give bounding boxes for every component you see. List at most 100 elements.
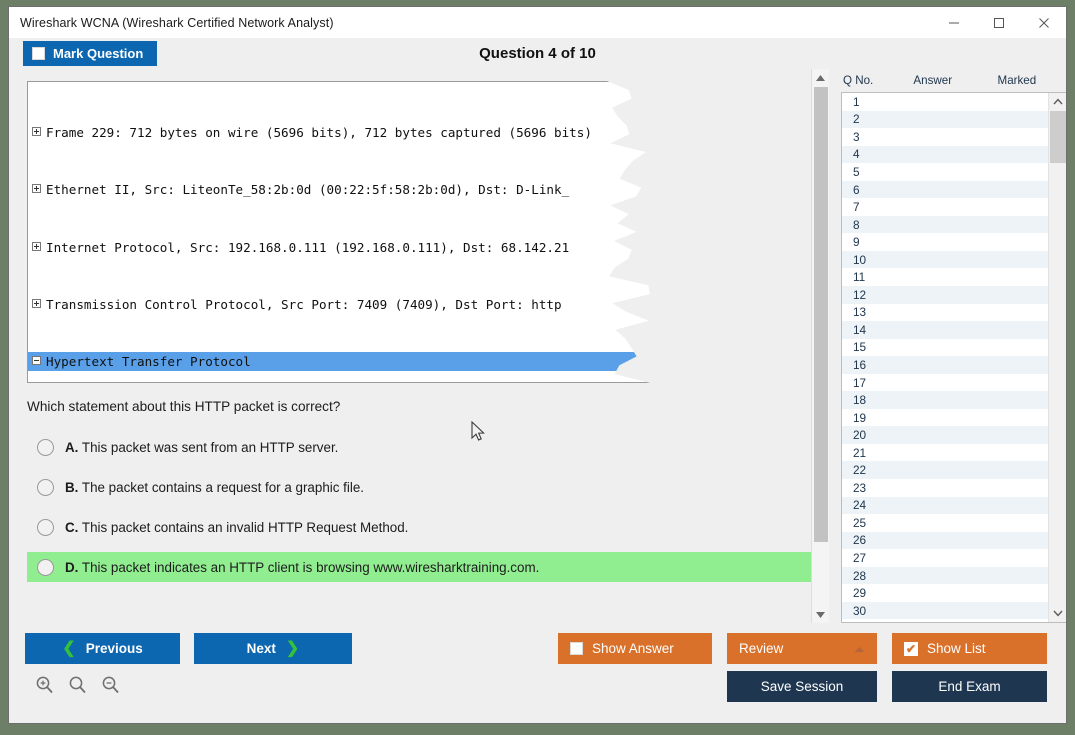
question-list-row[interactable]: 25 — [842, 514, 1048, 532]
close-button[interactable] — [1021, 7, 1066, 38]
question-list-row[interactable]: 23 — [842, 479, 1048, 497]
column-header-answer: Answer — [913, 74, 997, 87]
answer-option-b[interactable]: B. The packet contains a request for a g… — [27, 472, 829, 502]
answer-option-a[interactable]: A. This packet was sent from an HTTP ser… — [27, 432, 829, 462]
zoom-reset-icon[interactable] — [68, 675, 87, 699]
question-list-row[interactable]: 10 — [842, 251, 1048, 269]
row-question-number: 25 — [853, 516, 915, 530]
mark-question-button[interactable]: Mark Question — [23, 41, 157, 66]
question-list-row[interactable]: 28 — [842, 567, 1048, 585]
maximize-button[interactable] — [976, 7, 1021, 38]
chevron-right-icon: ❯ — [286, 641, 299, 657]
question-counter: Question 4 of 10 — [9, 45, 1066, 62]
question-list-row[interactable]: 6 — [842, 181, 1048, 199]
question-list-row[interactable]: 3 — [842, 128, 1048, 146]
row-question-number: 5 — [853, 165, 915, 179]
question-list-row[interactable]: 16 — [842, 356, 1048, 374]
expand-icon[interactable] — [32, 299, 41, 308]
question-list-row[interactable]: 13 — [842, 304, 1048, 322]
next-button[interactable]: Next ❯ — [194, 633, 352, 664]
previous-button[interactable]: ❮ Previous — [25, 633, 180, 664]
show-answer-checkbox-icon — [570, 642, 583, 655]
question-list-row[interactable]: 9 — [842, 233, 1048, 251]
answer-option-c[interactable]: C. This packet contains an invalid HTTP … — [27, 512, 829, 542]
row-question-number: 13 — [853, 305, 915, 319]
answer-label: A. This packet was sent from an HTTP ser… — [65, 440, 338, 455]
answer-label: D. This packet indicates an HTTP client … — [65, 560, 539, 575]
collapse-icon[interactable] — [32, 356, 41, 365]
expand-icon[interactable] — [32, 242, 41, 251]
answer-letter: B. — [65, 480, 78, 495]
question-list-row[interactable]: 24 — [842, 497, 1048, 515]
scroll-up-icon[interactable] — [812, 69, 830, 86]
scroll-down-icon[interactable] — [812, 606, 830, 623]
previous-label: Previous — [86, 641, 143, 656]
packet-detail-pane: Frame 229: 712 bytes on wire (5696 bits)… — [27, 81, 653, 383]
packet-detail-figure: Frame 229: 712 bytes on wire (5696 bits)… — [27, 81, 653, 383]
question-list-row[interactable]: 19 — [842, 409, 1048, 427]
question-list-row[interactable]: 12 — [842, 286, 1048, 304]
row-question-number: 29 — [853, 586, 915, 600]
radio-icon[interactable] — [37, 479, 54, 496]
question-list-row[interactable]: 1 — [842, 93, 1048, 111]
expand-icon[interactable] — [32, 127, 41, 136]
answer-option-d[interactable]: D. This packet indicates an HTTP client … — [27, 552, 829, 582]
header-strip: Mark Question Question 4 of 10 — [9, 38, 1066, 69]
row-question-number: 19 — [853, 411, 915, 425]
question-list-row[interactable]: 17 — [842, 374, 1048, 392]
content-scrollbar[interactable] — [811, 69, 829, 623]
question-list-row[interactable]: 30 — [842, 602, 1048, 620]
packet-tree-row[interactable]: Ethernet II, Src: LiteonTe_58:2b:0d (00:… — [28, 180, 652, 199]
radio-icon[interactable] — [37, 559, 54, 576]
packet-tree: Frame 229: 712 bytes on wire (5696 bits)… — [28, 82, 652, 383]
question-list-row[interactable]: 15 — [842, 339, 1048, 357]
show-answer-button[interactable]: Show Answer — [558, 633, 712, 664]
body-split: Frame 229: 712 bytes on wire (5696 bits)… — [9, 69, 1066, 623]
packet-tree-row[interactable]: Frame 229: 712 bytes on wire (5696 bits)… — [28, 123, 652, 142]
scrollbar-thumb[interactable] — [814, 87, 828, 542]
question-list-row[interactable]: 22 — [842, 461, 1048, 479]
end-exam-button[interactable]: End Exam — [892, 671, 1047, 702]
answer-label: B. The packet contains a request for a g… — [65, 480, 364, 495]
row-question-number: 11 — [853, 270, 915, 284]
show-list-checkbox-icon: ✔ — [904, 642, 918, 656]
question-list-row[interactable]: 29 — [842, 584, 1048, 602]
radio-icon[interactable] — [37, 519, 54, 536]
question-list-row[interactable]: 8 — [842, 216, 1048, 234]
list-scrollbar-thumb[interactable] — [1050, 111, 1066, 163]
title-bar: Wireshark WCNA (Wireshark Certified Netw… — [9, 7, 1066, 38]
question-list-row[interactable]: 20 — [842, 426, 1048, 444]
row-question-number: 21 — [853, 446, 915, 460]
question-list-row[interactable]: 2 — [842, 111, 1048, 129]
question-list-row[interactable]: 7 — [842, 198, 1048, 216]
list-scroll-up-icon[interactable] — [1049, 93, 1067, 110]
question-list-row[interactable]: 5 — [842, 163, 1048, 181]
answer-label: C. This packet contains an invalid HTTP … — [65, 520, 408, 535]
expand-icon[interactable] — [32, 184, 41, 193]
answer-options: A. This packet was sent from an HTTP ser… — [27, 432, 829, 582]
question-list-row[interactable]: 27 — [842, 549, 1048, 567]
minimize-button[interactable] — [931, 7, 976, 38]
zoom-out-icon[interactable] — [101, 675, 120, 699]
packet-tree-row-http[interactable]: Hypertext Transfer Protocol — [28, 352, 652, 371]
show-list-button[interactable]: ✔ Show List — [892, 633, 1047, 664]
question-list-row[interactable]: 21 — [842, 444, 1048, 462]
question-list-row[interactable]: 14 — [842, 321, 1048, 339]
question-list-row[interactable]: 18 — [842, 391, 1048, 409]
question-list-row[interactable]: 4 — [842, 146, 1048, 164]
packet-tree-label: Internet Protocol, Src: 192.168.0.111 (1… — [46, 240, 569, 255]
list-scroll-down-icon[interactable] — [1049, 605, 1067, 622]
review-dropdown[interactable]: Review — [727, 633, 877, 664]
zoom-in-icon[interactable] — [35, 675, 54, 699]
packet-tree-label: Transmission Control Protocol, Src Port:… — [46, 297, 562, 312]
packet-tree-row[interactable]: Internet Protocol, Src: 192.168.0.111 (1… — [28, 238, 652, 257]
question-list-row[interactable]: 11 — [842, 268, 1048, 286]
question-list-row[interactable]: 26 — [842, 532, 1048, 550]
packet-tree-row[interactable]: Transmission Control Protocol, Src Port:… — [28, 295, 652, 314]
row-question-number: 27 — [853, 551, 915, 565]
question-list-header: Q No. Answer Marked — [829, 69, 1066, 92]
question-scroll-area: Frame 229: 712 bytes on wire (5696 bits)… — [9, 69, 829, 623]
radio-icon[interactable] — [37, 439, 54, 456]
save-session-button[interactable]: Save Session — [727, 671, 877, 702]
question-list-scrollbar[interactable] — [1048, 93, 1066, 622]
